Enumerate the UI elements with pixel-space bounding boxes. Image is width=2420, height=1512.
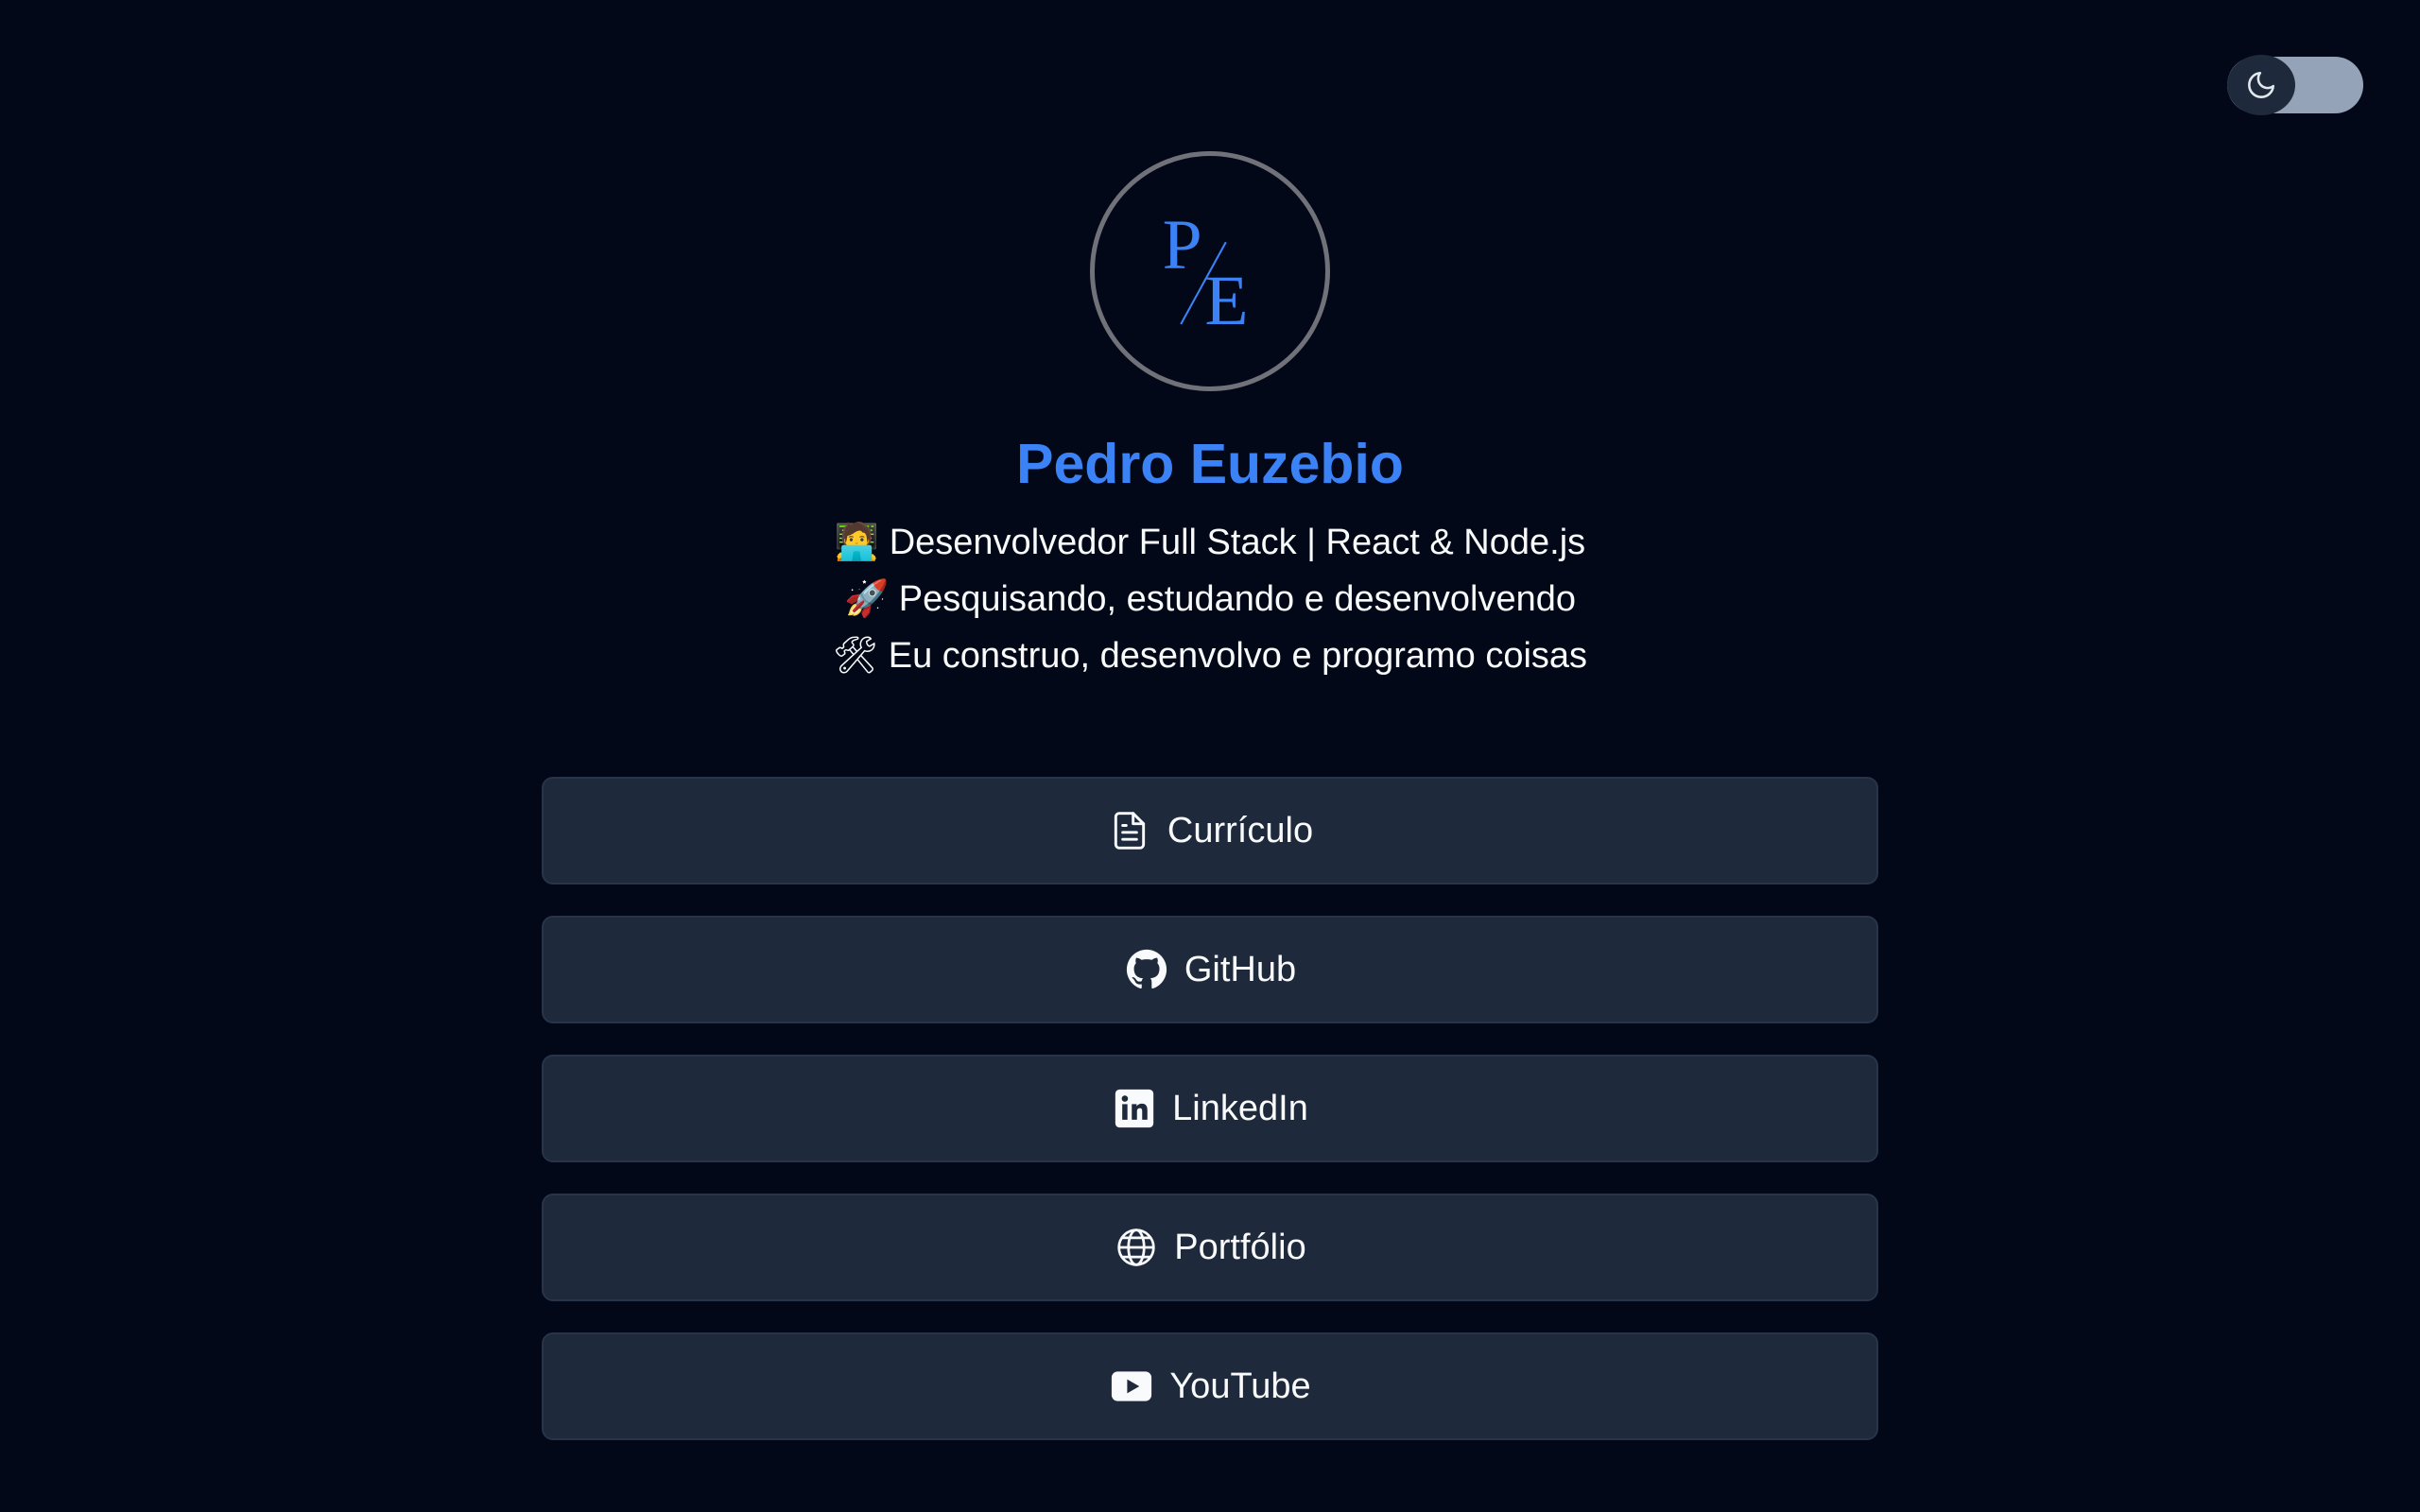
moon-icon [2248,71,2275,98]
linkedin-icon [1112,1086,1157,1131]
link-label: Portfólio [1174,1227,1306,1267]
linktree-page: P E Pedro Euzebio 🧑‍💻 Desenvolvedor Full… [0,0,2420,1512]
bio-line: 🚀 Pesquisando, estudando e desenvolvendo [843,579,1577,619]
link-label: Currículo [1167,810,1314,850]
youtube-button[interactable]: YouTube [542,1332,1878,1440]
youtube-icon [1109,1364,1154,1409]
link-label: LinkedIn [1172,1088,1308,1128]
linkedin-button[interactable]: LinkedIn [542,1055,1878,1162]
github-icon [1124,947,1169,992]
link-label: GitHub [1184,949,1297,989]
monogram-logo: P E [1163,206,1249,337]
toggle-knob [2227,55,2295,115]
portfolio-button[interactable]: Portfólio [542,1194,1878,1301]
avatar: P E [1090,151,1330,391]
bio-line: 🛠 Eu construo, desenvolvo e programo coi… [832,636,1588,676]
bio-line: 🧑‍💻 Desenvolvedor Full Stack | React & N… [834,523,1586,562]
curriculo-button[interactable]: Currículo [542,777,1878,885]
theme-toggle[interactable] [2227,55,2363,115]
svg-text:E: E [1204,262,1248,337]
globe-icon [1114,1225,1159,1270]
svg-text:P: P [1163,206,1202,284]
document-icon [1107,808,1152,853]
github-button[interactable]: GitHub [542,916,1878,1023]
links-list: Currículo GitHub LinkedIn Portfólio YouT… [542,777,1878,1471]
profile-name: Pedro Euzebio [1016,433,1404,495]
link-label: YouTube [1169,1366,1311,1406]
